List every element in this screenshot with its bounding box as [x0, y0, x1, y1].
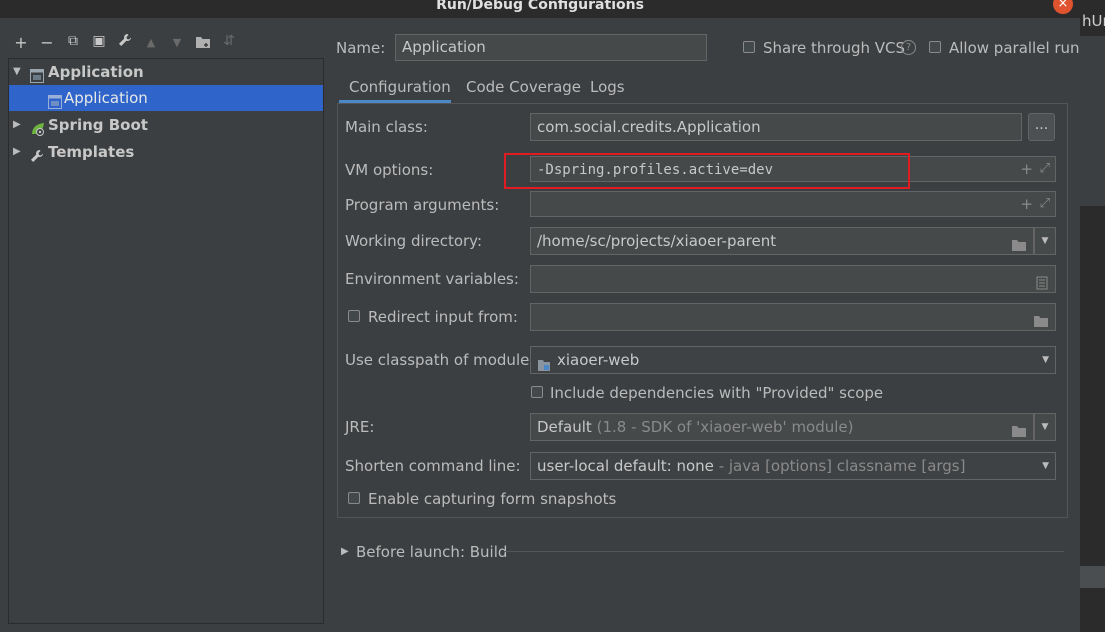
help-icon[interactable]: ?: [901, 40, 916, 55]
tab-logs[interactable]: Logs: [590, 78, 625, 96]
add-icon[interactable]: +: [11, 33, 31, 52]
working-dir-label: Working directory:: [345, 232, 483, 250]
env-vars-label: Environment variables:: [345, 270, 519, 288]
name-label: Name:: [336, 39, 386, 57]
redirect-input-checkbox[interactable]: [348, 310, 360, 322]
main-class-input[interactable]: com.social.credits.Application: [530, 113, 1022, 141]
window-title: Run/Debug Configurations: [436, 0, 644, 13]
configuration-tree: ▼ Application Application ▶ Spring Boot …: [8, 58, 324, 624]
shorten-cmd-value: user-local default: none: [537, 457, 714, 475]
redirect-input-field[interactable]: [530, 303, 1056, 331]
jre-input[interactable]: Default (1.8 - SDK of 'xiaoer-web' modul…: [530, 413, 1034, 441]
tree-item-label: Templates: [48, 143, 135, 161]
tab-configuration[interactable]: Configuration: [349, 78, 451, 96]
module-icon: [537, 354, 551, 380]
program-args-label: Program arguments:: [345, 196, 500, 214]
add-icon[interactable]: +: [1020, 192, 1033, 216]
wrench-icon[interactable]: [115, 33, 135, 51]
vm-options-label: VM options:: [345, 161, 434, 179]
add-icon[interactable]: +: [1020, 157, 1033, 181]
jre-dropdown[interactable]: ▼: [1034, 413, 1056, 441]
folder-icon[interactable]: [1033, 310, 1049, 336]
collapse-arrow-icon[interactable]: ▶: [13, 112, 21, 138]
browse-button[interactable]: ...: [1028, 113, 1055, 141]
expand-arrow-icon[interactable]: ▼: [13, 59, 21, 85]
save-icon[interactable]: ▣: [89, 33, 109, 49]
shorten-cmd-label: Shorten command line:: [345, 457, 521, 475]
remove-icon[interactable]: −: [37, 33, 57, 52]
shorten-cmd-hint: - java [options] classname [args]: [718, 457, 966, 475]
separator: [504, 551, 1064, 552]
wrench-icon: [30, 145, 44, 171]
sort-icon[interactable]: ⇵: [219, 33, 239, 49]
classpath-label: Use classpath of module:: [345, 351, 535, 369]
folder-icon[interactable]: [193, 34, 213, 53]
before-launch-label[interactable]: Before launch: Build: [356, 543, 507, 561]
folder-icon[interactable]: [1011, 420, 1027, 446]
include-deps-checkbox[interactable]: [531, 386, 543, 398]
chevron-down-icon[interactable]: ▼: [1042, 453, 1049, 479]
expand-icon[interactable]: ⤢: [1040, 157, 1050, 181]
tree-item-spring-boot[interactable]: ▶ Spring Boot: [9, 112, 323, 138]
background-panel: [1080, 36, 1105, 206]
working-dir-dropdown[interactable]: ▼: [1034, 227, 1056, 255]
snapshots-label: Enable capturing form snapshots: [368, 490, 617, 508]
tree-item-application-group[interactable]: ▼ Application: [9, 59, 323, 85]
parallel-run-label: Allow parallel run: [949, 39, 1080, 57]
working-dir-input[interactable]: /home/sc/projects/xiaoer-parent: [530, 227, 1034, 255]
highlight-annotation: [504, 153, 910, 189]
jre-label: JRE:: [345, 418, 375, 436]
document-icon[interactable]: [1036, 272, 1048, 298]
shorten-cmd-select[interactable]: user-local default: none - java [options…: [530, 452, 1056, 480]
tree-item-application[interactable]: Application: [9, 85, 323, 111]
expand-icon[interactable]: ⤢: [1040, 192, 1050, 216]
parallel-run-checkbox[interactable]: [929, 41, 941, 53]
move-up-icon[interactable]: ▲: [141, 36, 161, 49]
share-vcs-label: Share through VCS: [763, 39, 906, 57]
background-row: [1080, 566, 1105, 588]
chevron-down-icon[interactable]: ▼: [1042, 347, 1049, 373]
collapse-arrow-icon[interactable]: ▶: [13, 139, 21, 165]
main-class-label: Main class:: [345, 118, 428, 136]
name-input[interactable]: Application: [395, 34, 707, 61]
background-text: hUr: [1082, 12, 1105, 30]
classpath-select[interactable]: xiaoer-web ▼: [530, 346, 1056, 374]
move-down-icon[interactable]: ▼: [167, 36, 187, 49]
jre-value: Default: [537, 418, 592, 436]
snapshots-checkbox[interactable]: [348, 492, 360, 504]
working-dir-value: /home/sc/projects/xiaoer-parent: [537, 232, 777, 250]
tree-item-label: Application: [64, 89, 148, 107]
tree-item-label: Application: [48, 63, 144, 81]
env-vars-input[interactable]: [530, 265, 1056, 293]
share-vcs-checkbox[interactable]: [743, 41, 755, 53]
program-args-input[interactable]: + ⤢: [530, 191, 1056, 217]
include-deps-label: Include dependencies with "Provided" sco…: [550, 384, 884, 402]
copy-icon[interactable]: ⧉: [63, 33, 83, 49]
tree-item-templates[interactable]: ▶ Templates: [9, 139, 323, 165]
redirect-input-label: Redirect input from:: [368, 308, 518, 326]
classpath-value: xiaoer-web: [557, 351, 640, 369]
expand-arrow-icon[interactable]: ▶: [341, 546, 349, 557]
jre-hint: (1.8 - SDK of 'xiaoer-web' module): [596, 418, 854, 436]
tree-item-label: Spring Boot: [48, 116, 148, 134]
folder-icon[interactable]: [1011, 234, 1027, 260]
tab-code-coverage[interactable]: Code Coverage: [466, 78, 581, 96]
